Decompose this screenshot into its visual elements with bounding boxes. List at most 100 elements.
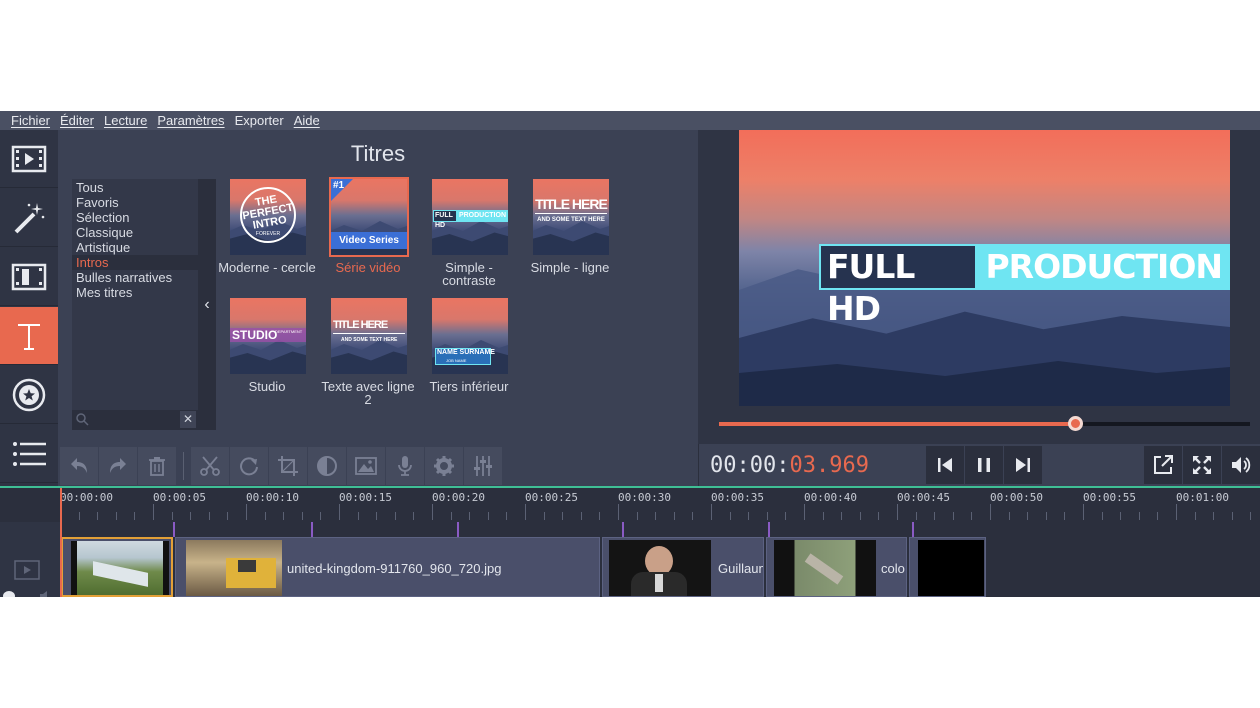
more-tools-button[interactable]	[0, 425, 58, 483]
title-thumb-tiers-inferieur[interactable]: NAME SURNAME JOB NAME	[432, 298, 508, 374]
ruler-tick	[729, 512, 731, 520]
export-preview-button[interactable]	[1144, 446, 1182, 484]
title-thumb-texte-avec-ligne-2[interactable]: TITLE HERE AND SOME TEXT HERE	[331, 298, 407, 374]
ruler-tick	[785, 512, 787, 520]
ruler-tick	[841, 512, 843, 520]
ruler-tick	[301, 512, 303, 520]
ruler-label: 00:00:45	[897, 491, 950, 504]
ruler-tick	[357, 512, 359, 520]
pause-button[interactable]	[965, 446, 1003, 484]
menu-lecture[interactable]: Lecture	[99, 113, 152, 128]
redo-button[interactable]	[99, 447, 137, 485]
image-button[interactable]	[347, 447, 385, 485]
category-favoris[interactable]: Favoris	[72, 195, 198, 210]
cut-button[interactable]	[191, 447, 229, 485]
menu-aide[interactable]: Aide	[289, 113, 325, 128]
ruler-tick	[543, 512, 545, 520]
preview-frame[interactable]: FULL HD PRODUCTION	[739, 130, 1230, 406]
title-thumb-studio[interactable]: STUDIO DEPARTMENT	[230, 298, 306, 374]
ruler-tick	[766, 512, 768, 520]
ruler-tick	[1138, 512, 1140, 520]
category-bulles-narratives[interactable]: Bulles narratives	[72, 270, 198, 285]
effects-button[interactable]	[0, 189, 58, 247]
crop-button[interactable]	[269, 447, 307, 485]
clip-name: Guillaum	[718, 561, 763, 576]
clip-thumbnail	[609, 540, 711, 596]
ruler-tick	[208, 512, 210, 520]
thumb-title-text: FULL HD	[433, 210, 457, 229]
category-intros[interactable]: Intros	[72, 255, 198, 270]
title-thumb-simple-ligne[interactable]: TITLE HERE AND SOME TEXT HERE	[533, 179, 609, 255]
skip-forward-button[interactable]	[1004, 446, 1042, 484]
ruler-tick	[394, 512, 396, 520]
eye-icon[interactable]	[2, 590, 16, 597]
fullscreen-button[interactable]	[1183, 446, 1221, 484]
clip-settings-button[interactable]	[425, 447, 463, 485]
import-media-button[interactable]	[0, 130, 58, 188]
ruler-tick	[1213, 512, 1215, 520]
ruler-tick	[804, 504, 805, 520]
timeline-clip[interactable]: colo	[766, 537, 907, 597]
delete-button[interactable]	[138, 447, 176, 485]
ruler-tick	[822, 512, 824, 520]
menu-parametres[interactable]: Paramètres	[152, 113, 229, 128]
ruler-tick	[990, 504, 991, 520]
image-icon	[355, 457, 377, 475]
thumb-title-text-2: PRODUCTION	[456, 210, 508, 222]
category-classique[interactable]: Classique	[72, 225, 198, 240]
color-adjust-button[interactable]	[308, 447, 346, 485]
timeline-clip[interactable]	[61, 537, 173, 597]
stickers-button[interactable]	[0, 366, 58, 424]
ruler-tick	[748, 512, 750, 520]
timeline-clip[interactable]	[909, 537, 986, 597]
undo-button[interactable]	[60, 447, 98, 485]
rotate-button[interactable]	[230, 447, 268, 485]
ruler-tick	[283, 512, 285, 520]
title-thumb-moderne-cercle[interactable]: THE PERFECT INTRO FOREVER	[230, 179, 306, 255]
timecode-main: 00:00:	[710, 453, 790, 478]
track-volume-icon[interactable]	[38, 590, 54, 597]
filters-button[interactable]	[0, 248, 58, 306]
timeline-playhead[interactable]	[60, 488, 62, 597]
menu-editer[interactable]: Éditer	[55, 113, 99, 128]
title-thumb-simple-contraste[interactable]: FULL HD PRODUCTION	[432, 179, 508, 255]
ruler-label: 00:00:05	[153, 491, 206, 504]
menu-exporter[interactable]: Exporter	[230, 113, 289, 128]
ruler-tick	[134, 512, 136, 520]
thumb-sub-text: AND SOME TEXT HERE	[341, 337, 398, 343]
film-import-icon	[11, 145, 47, 172]
title-thumb-serie-video[interactable]: #1 Video Series	[329, 177, 409, 257]
ruler-label: 00:00:10	[246, 491, 299, 504]
category-tous[interactable]: Tous	[72, 180, 198, 195]
clear-search-button[interactable]: ✕	[180, 411, 196, 428]
category-search-input[interactable]: ✕	[72, 410, 198, 430]
ruler-label: 00:00:25	[525, 491, 578, 504]
preview-title-overlay[interactable]: FULL HD PRODUCTION	[819, 244, 1230, 328]
ruler-tick	[115, 512, 117, 520]
ruler-tick	[1250, 512, 1252, 520]
thumb-label: Texte avec ligne 2	[321, 379, 415, 407]
ruler-tick	[190, 512, 192, 520]
category-artistique[interactable]: Artistique	[72, 240, 198, 255]
playback-progress-bar[interactable]	[719, 416, 1250, 431]
ruler-tick	[655, 512, 657, 520]
ruler-tick	[580, 512, 582, 520]
redo-icon	[110, 458, 126, 473]
titles-button[interactable]	[0, 307, 58, 365]
record-audio-button[interactable]	[386, 447, 424, 485]
cut-icon	[200, 456, 220, 476]
category-selection[interactable]: Sélection	[72, 210, 198, 225]
audio-equalizer-button[interactable]	[464, 447, 502, 485]
progress-knob[interactable]	[1067, 416, 1083, 431]
skip-back-button[interactable]	[926, 446, 964, 484]
menu-fichier[interactable]: Fichier	[6, 113, 55, 128]
timeline-clip[interactable]: united-kingdom-911760_960_720.jpg	[175, 537, 600, 597]
timeline-clip[interactable]: Guillaum	[602, 537, 764, 597]
volume-button[interactable]	[1222, 446, 1260, 484]
thumb-label: Série vidéo	[335, 260, 401, 275]
category-mes-titres[interactable]: Mes titres	[72, 285, 198, 300]
timecode-fraction: 03.969	[789, 453, 869, 478]
timeline-ruler[interactable]: 00:00:00 00:00:05 00:00:10 00:00:15 00:00:20…	[0, 488, 1260, 522]
ruler-tick	[171, 512, 173, 520]
collapse-categories-button[interactable]: ‹	[198, 179, 216, 430]
